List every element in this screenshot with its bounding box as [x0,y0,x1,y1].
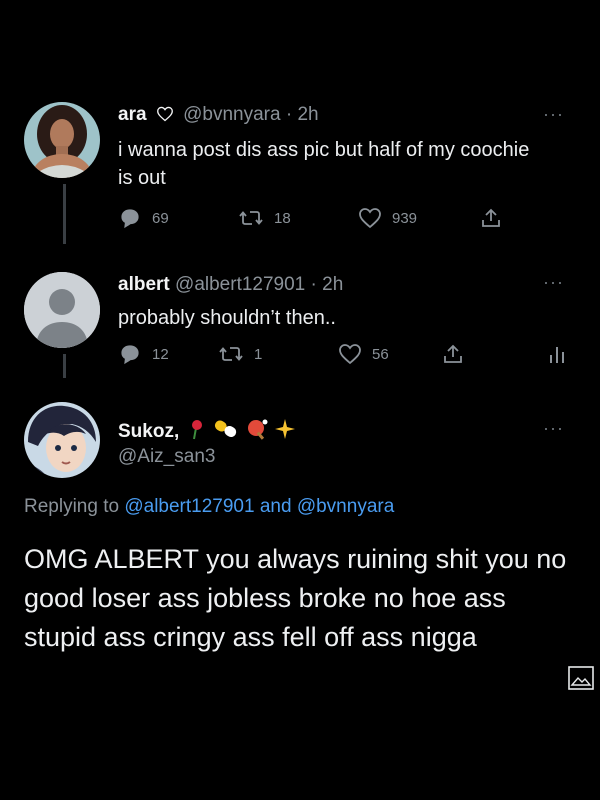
share-icon [444,344,462,363]
retweet-count: 18 [274,209,291,227]
reply-button[interactable]: 12 [118,343,169,365]
tweet-header: Sukoz, [118,418,296,443]
separator: · [285,104,293,125]
avatar-sukoz[interactable] [24,402,100,478]
thread-line [63,354,66,378]
tweet-actions: 12 1 56 [118,343,578,367]
retweet-icon [239,211,263,225]
display-name[interactable]: Sukoz, [118,421,179,442]
avatar-albert[interactable] [24,272,100,348]
handle[interactable]: @bvnnyara [183,104,280,125]
handle[interactable]: @albert127901 [175,274,305,295]
replying-and: and [259,496,292,517]
retweet-icon [219,347,243,361]
tweet-actions: 69 18 939 [118,207,538,231]
tweet-header: ara @bvnnyara · 2h [118,104,319,126]
handle[interactable]: @Aiz_san3 [118,446,215,468]
reply-count: 69 [152,209,169,227]
reply-icon [121,345,139,365]
like-count: 939 [392,209,418,227]
more-options-icon[interactable]: ··· [543,104,564,125]
retweet-button[interactable]: 18 [238,207,291,229]
timestamp[interactable]: 2h [322,274,343,295]
sparkle-icon [275,419,296,439]
share-button[interactable] [442,343,464,365]
like-count: 56 [372,345,389,363]
thread-line [63,184,66,244]
pill-icon [214,420,236,437]
heart-icon [359,208,381,229]
reply-count: 12 [152,345,169,363]
reply-button[interactable]: 69 [118,207,169,229]
replying-prefix: Replying to [24,496,120,517]
more-options-icon[interactable]: ··· [543,272,564,293]
separator: · [310,274,317,295]
tweet-text: i wanna post dis ass pic but half of my … [118,139,530,189]
retweet-button[interactable]: 1 [218,343,262,365]
like-button[interactable]: 939 [358,207,417,229]
tweet-text: probably shouldn’t then.. [118,307,336,329]
reply-icon [121,209,139,229]
avatar-ara[interactable] [24,102,100,178]
replying-to: Replying to @albert127901 and @bvnnyara [24,496,394,518]
display-name[interactable]: albert [118,274,170,295]
display-name[interactable]: ara [118,104,147,125]
timestamp[interactable]: 2h [297,104,318,125]
analytics-button[interactable] [548,343,566,365]
tweet-albert[interactable]: albert @albert127901 · 2h ··· probably s… [0,250,600,380]
image-icon[interactable] [568,666,594,690]
rose-icon [191,420,202,440]
heart-icon [339,344,361,365]
like-button[interactable]: 56 [338,343,389,365]
tweet-header: albert @albert127901 · 2h [118,274,343,296]
ping-pong-icon [248,419,268,440]
retweet-count: 1 [254,345,263,363]
mention-albert[interactable]: @albert127901 [124,496,254,517]
share-icon [482,208,500,227]
share-button[interactable] [480,207,502,229]
analytics-icon [550,347,564,363]
reply-tweet-text: OMG ALBERT you always ruining shit you n… [24,544,567,652]
heart-outline-icon [156,106,173,122]
tweet-ara[interactable]: ara @bvnnyara · 2h ··· i wanna post dis … [0,0,600,250]
more-options-icon[interactable]: ··· [543,418,564,439]
mention-bvnnyara[interactable]: @bvnnyara [297,496,394,517]
